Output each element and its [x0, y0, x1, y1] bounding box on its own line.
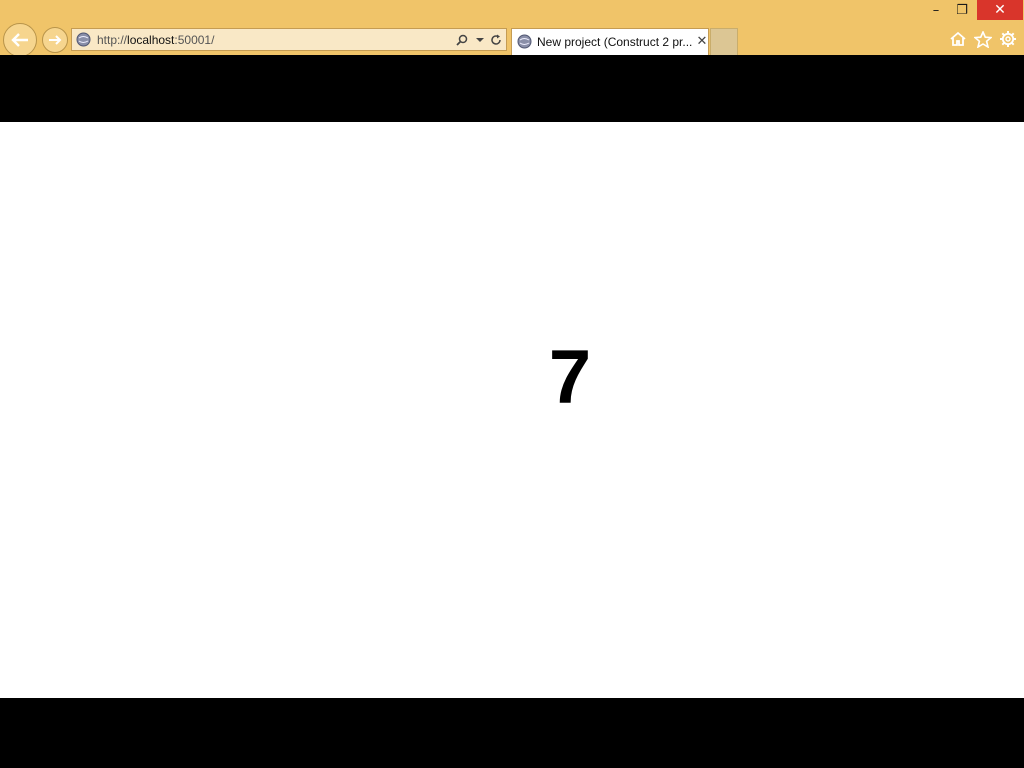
counter-text: 7 — [548, 335, 592, 420]
back-arrow-icon — [11, 33, 28, 47]
browser-tab[interactable]: New project (Construct 2 pr... ✕ — [511, 28, 709, 55]
tab-close-icon[interactable]: ✕ — [695, 33, 709, 49]
close-window-button[interactable]: ✕ — [977, 0, 1023, 20]
page-viewport: 7 — [0, 55, 1024, 768]
url-host: localhost — [127, 33, 175, 47]
restore-button[interactable]: ❐ — [950, 0, 974, 20]
new-tab-button[interactable] — [710, 28, 738, 55]
page-favicon-icon — [76, 32, 91, 47]
url-prefix: http:// — [97, 33, 128, 47]
chevron-down-icon[interactable] — [472, 32, 488, 48]
tab-title: New project (Construct 2 pr... — [537, 35, 693, 49]
url-suffix: :50001/ — [174, 33, 215, 47]
refresh-icon[interactable] — [488, 32, 504, 48]
gear-icon[interactable] — [997, 29, 1019, 49]
browser-chrome: – ❐ ✕ http://localhost:50001/ New projec… — [0, 0, 1024, 57]
address-bar[interactable]: http://localhost:50001/ — [71, 28, 507, 51]
game-canvas[interactable]: 7 — [0, 122, 1024, 698]
minimize-button[interactable]: – — [924, 0, 948, 20]
forward-arrow-icon — [49, 35, 62, 45]
star-icon[interactable] — [972, 29, 994, 49]
tab-favicon-icon — [517, 34, 532, 49]
address-url[interactable]: http://localhost:50001/ — [97, 32, 214, 48]
home-icon[interactable] — [947, 29, 969, 49]
search-icon[interactable] — [454, 32, 470, 48]
back-button[interactable] — [3, 23, 37, 57]
forward-button[interactable] — [42, 27, 68, 53]
